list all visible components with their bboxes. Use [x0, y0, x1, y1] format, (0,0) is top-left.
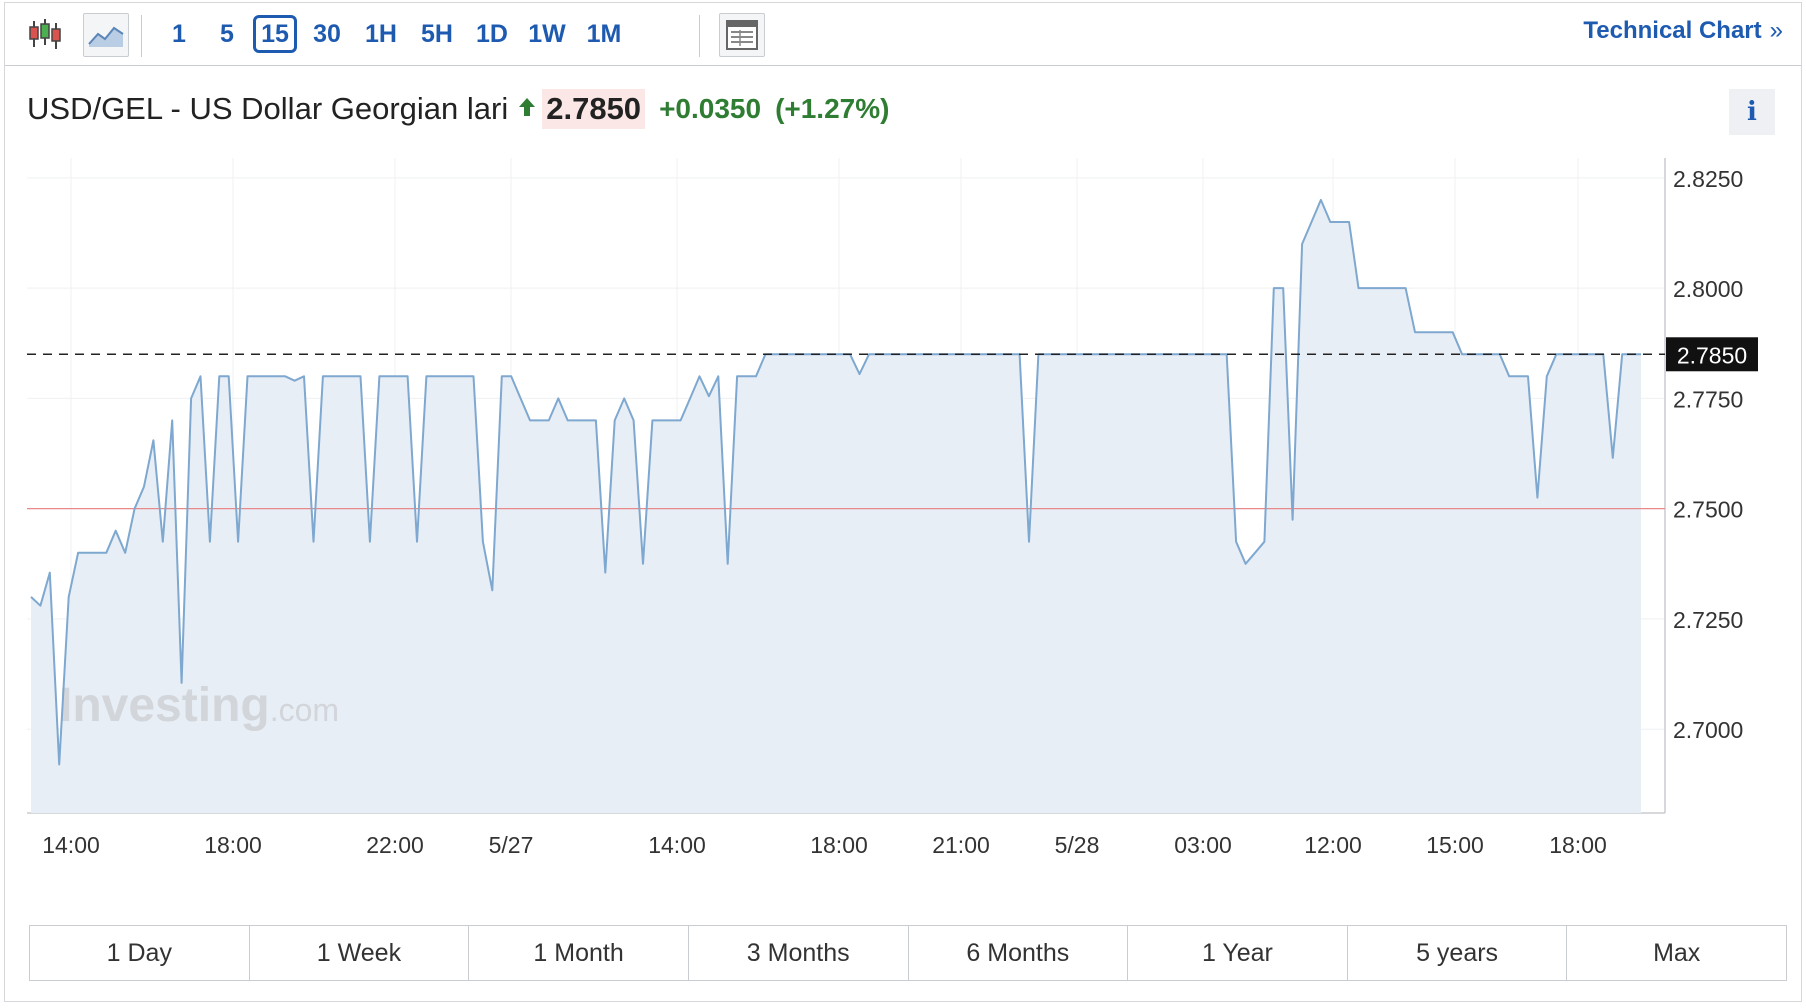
range-5-years[interactable]: 5 years: [1347, 926, 1568, 980]
chart-widget: 1 5 15 30 1H 5H 1D 1W 1M Technical Chart…: [4, 2, 1802, 1002]
x-tick-label: 18:00: [1549, 832, 1607, 858]
x-tick-label: 5/28: [1055, 832, 1100, 858]
x-tick-label: 22:00: [366, 832, 424, 858]
price-chart: 2.8250 2.8000 2.7750 2.7500 2.7250 2.7000 14:0…: [27, 158, 1758, 858]
range-1-year[interactable]: 1 Year: [1128, 926, 1348, 980]
y-tick-label: 2.7000: [1673, 717, 1743, 743]
x-tick-label: 5/27: [489, 832, 534, 858]
current-price-label: 2.7850: [1677, 342, 1747, 368]
x-tick-label: 18:00: [810, 832, 868, 858]
x-tick-label: 14:00: [648, 832, 706, 858]
x-tick-label: 14:00: [42, 832, 100, 858]
range-1-week[interactable]: 1 Week: [249, 926, 470, 980]
y-tick-label: 2.7250: [1673, 607, 1743, 633]
watermark-suffix: .com: [270, 692, 339, 728]
range-3-months[interactable]: 3 Months: [688, 926, 909, 980]
x-tick-label: 03:00: [1174, 832, 1232, 858]
y-tick-label: 2.8000: [1673, 276, 1743, 302]
x-tick-label: 15:00: [1426, 832, 1484, 858]
range-1-day[interactable]: 1 Day: [30, 926, 250, 980]
range-1-month[interactable]: 1 Month: [469, 926, 689, 980]
y-tick-label: 2.7750: [1673, 386, 1743, 412]
y-tick-label: 2.7500: [1673, 497, 1743, 523]
x-tick-label: 21:00: [932, 832, 990, 858]
x-tick-label: 12:00: [1304, 832, 1362, 858]
y-tick-label: 2.8250: [1673, 166, 1743, 192]
x-tick-label: 18:00: [204, 832, 262, 858]
watermark-brand: Investing: [59, 679, 270, 732]
time-range-selector: 1 Day 1 Week 1 Month 3 Months 6 Months 1…: [29, 925, 1787, 981]
range-max[interactable]: Max: [1567, 926, 1786, 980]
range-6-months[interactable]: 6 Months: [908, 926, 1129, 980]
